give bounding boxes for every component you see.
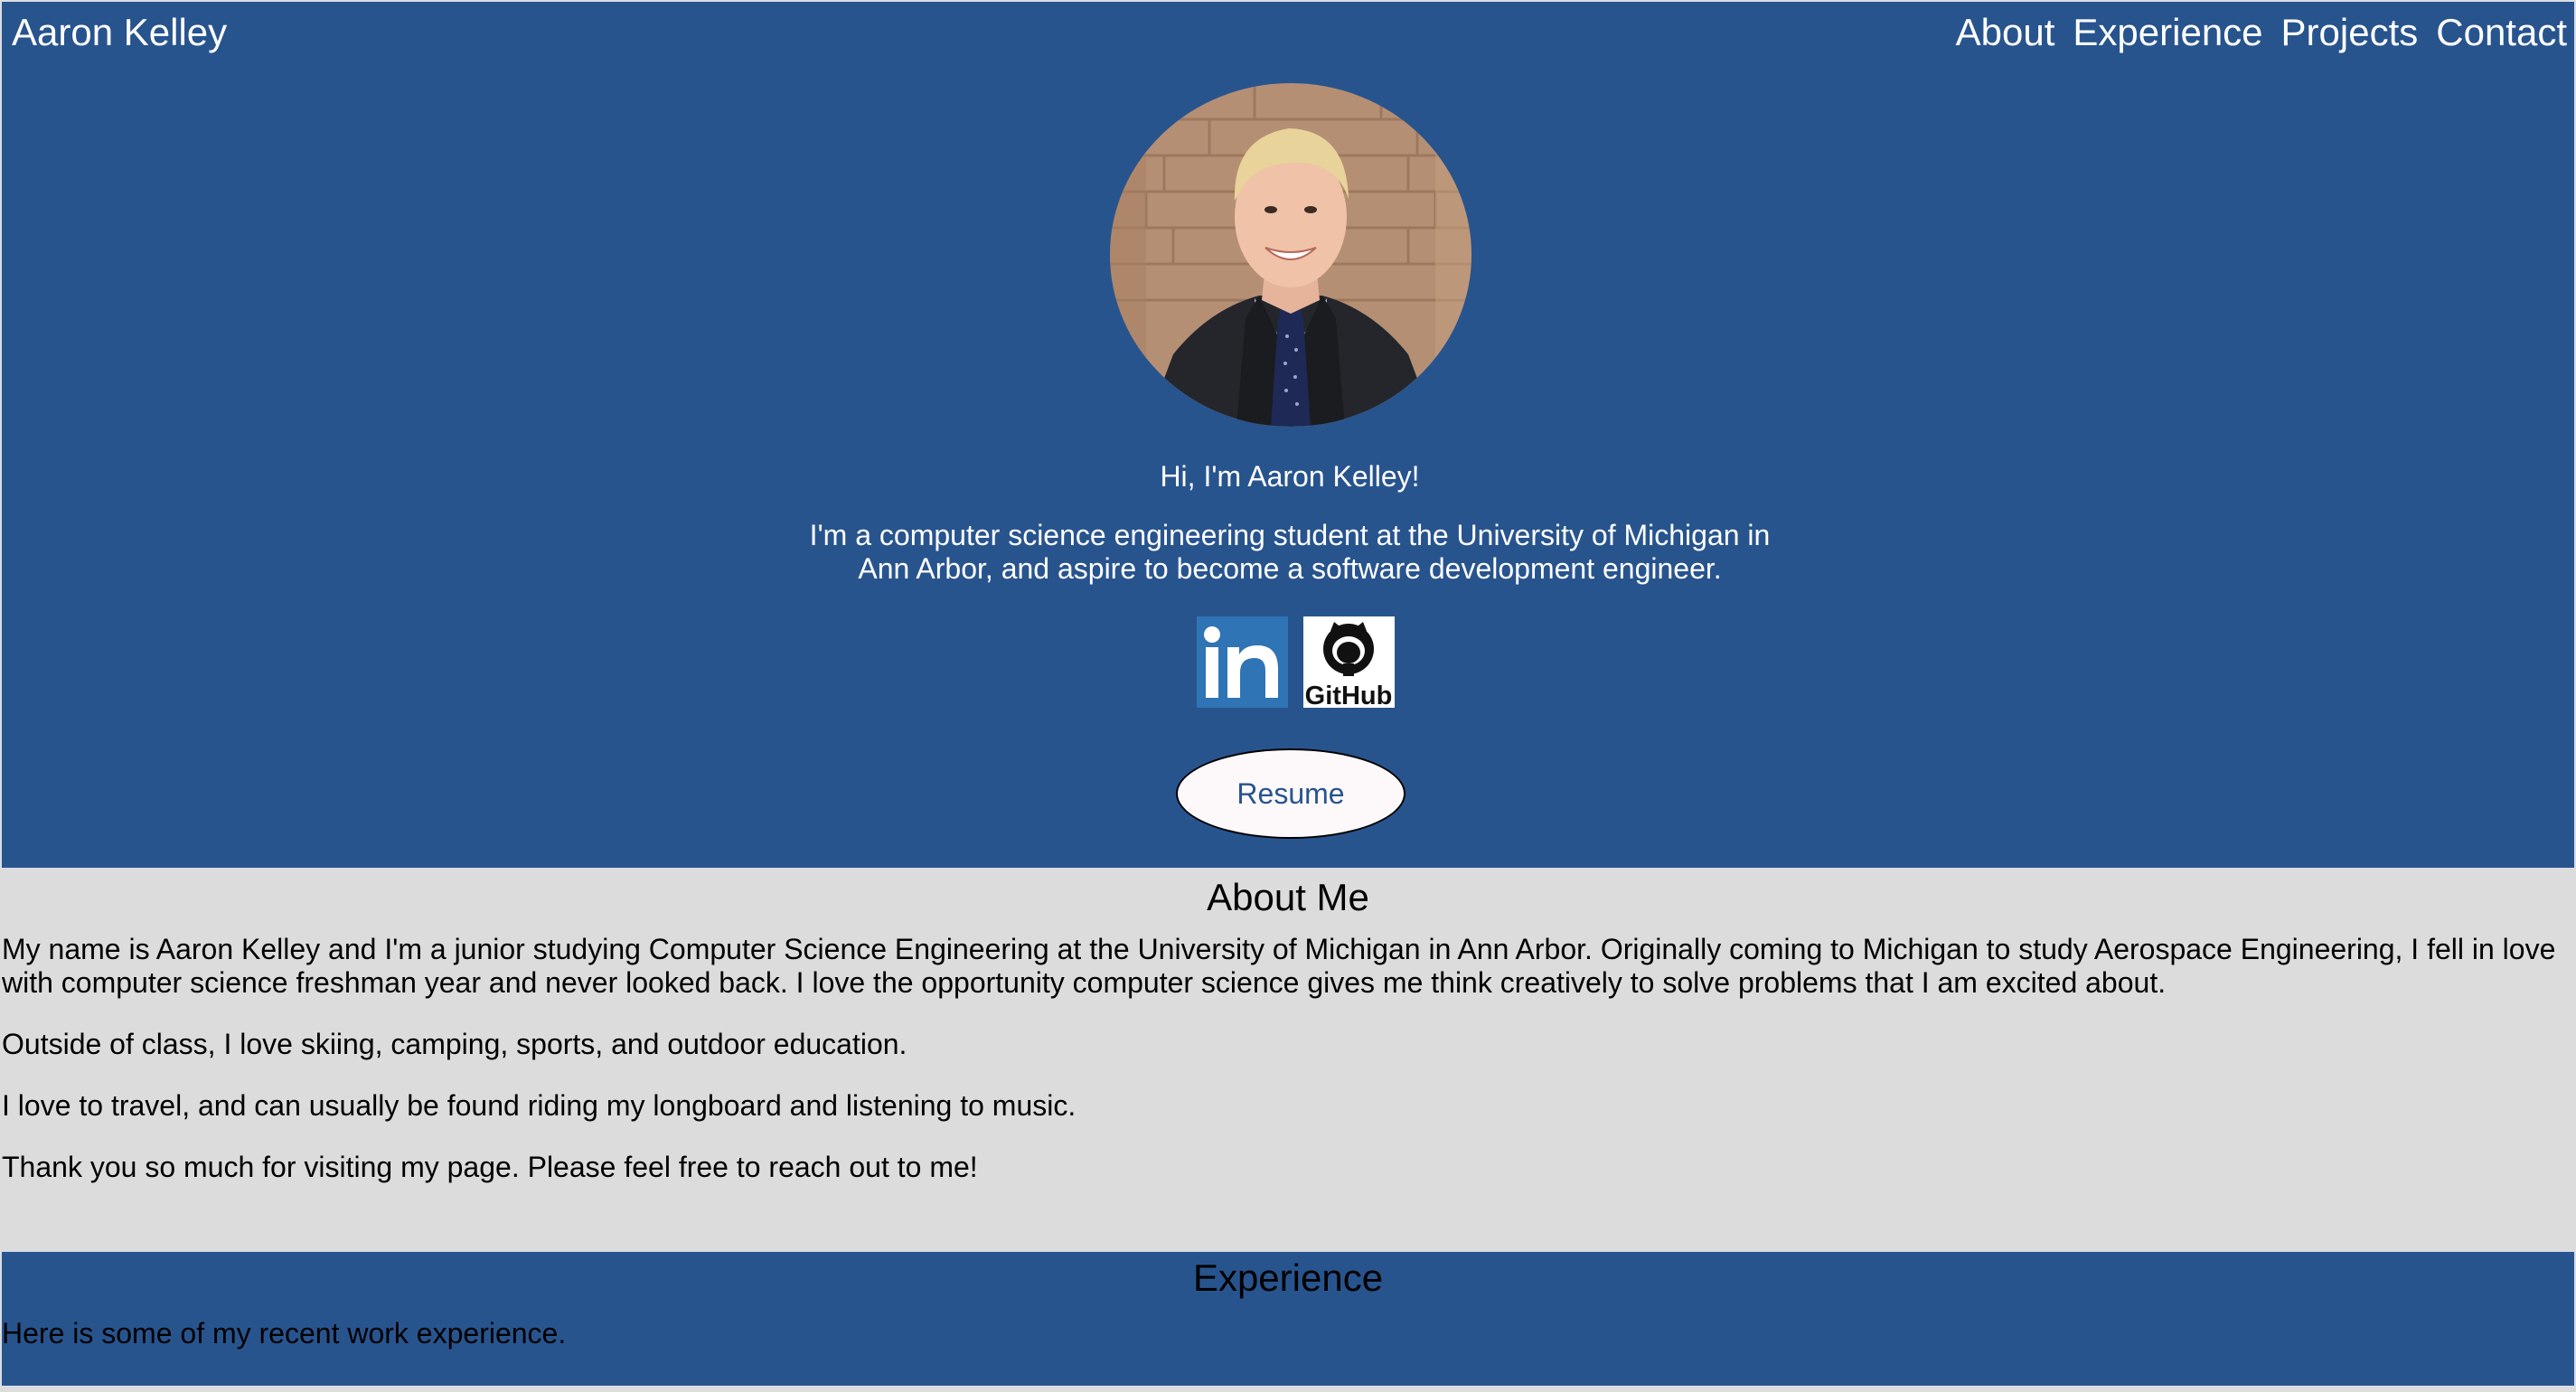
experience-intro: Here is some of my recent work experienc… [2,1317,567,1350]
about-paragraph: Outside of class, I love skiing, camping… [2,1028,907,1060]
about-section: About Me My name is Aaron Kelley and I'm… [0,870,2576,1249]
hero-greeting: Hi, I'm Aaron Kelley! [1160,460,1420,493]
github-icon: GitHub [1303,616,1395,708]
about-paragraph: My name is Aaron Kelley and I'm a junior… [2,933,2556,999]
profile-photo [1110,83,1471,427]
resume-button[interactable]: Resume [1176,748,1406,839]
svg-text:GitHub: GitHub [1305,682,1393,708]
linkedin-icon [1197,616,1288,708]
about-paragraph: I love to travel, and can usually be fou… [2,1089,1076,1122]
about-heading: About Me [1207,876,1369,918]
nav-about[interactable]: About [1956,9,2055,56]
hero-section: Aaron Kelley About Experience Projects C… [0,0,2576,870]
nav-experience[interactable]: Experience [2073,9,2262,56]
experience-section: Experience Here is some of my recent wor… [0,1250,2576,1387]
nav-contact[interactable]: Contact [2436,9,2567,56]
hero-intro: I'm a computer science engineering stude… [809,519,1771,585]
main-nav: About Experience Projects Contact [1956,9,2567,56]
site-brand[interactable]: Aaron Kelley [12,9,227,56]
linkedin-link[interactable] [1197,616,1288,708]
experience-heading: Experience [1192,1256,1384,1299]
nav-projects[interactable]: Projects [2281,9,2419,56]
github-link[interactable]: GitHub [1303,616,1395,708]
about-paragraph: Thank you so much for visiting my page. … [2,1151,978,1183]
